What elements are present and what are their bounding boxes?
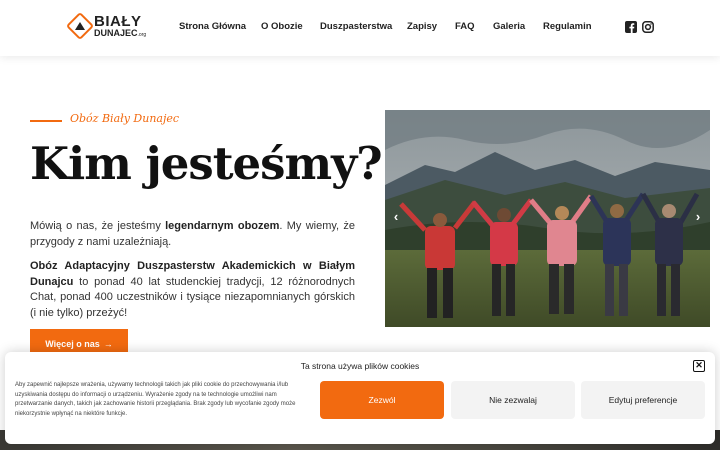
- camp-photo: [385, 110, 710, 327]
- nav-item-rules[interactable]: Regulamin: [543, 21, 592, 32]
- nav-item-about[interactable]: O Obozie: [261, 21, 303, 32]
- logo-sub-text: DUNAJEC.org: [94, 28, 147, 38]
- mountain-icon: [75, 22, 85, 30]
- slider-next-button[interactable]: ›: [692, 209, 704, 225]
- tagline-divider: [30, 120, 62, 122]
- site-header: BIAŁY DUNAJEC.org Strona Główna O Obozie…: [0, 0, 720, 56]
- nav-item-ministries[interactable]: Duszpasterstwa: [320, 21, 392, 32]
- close-icon[interactable]: ✕: [693, 360, 705, 372]
- cookie-consent-banner: Ta strona używa plików cookies ✕ Aby zap…: [5, 352, 715, 444]
- nav-item-gallery[interactable]: Galeria: [493, 21, 525, 32]
- section-tagline: Obóz Biały Dunajec: [70, 112, 180, 125]
- cookie-title: Ta strona używa plików cookies: [300, 361, 420, 371]
- edit-preferences-button[interactable]: Edytuj preferencje: [581, 381, 705, 419]
- nav-item-home[interactable]: Strona Główna: [179, 21, 246, 32]
- cookie-description: Aby zapewnić najlepsze wrażenia, używamy…: [15, 382, 296, 417]
- slider-prev-button[interactable]: ‹: [390, 209, 402, 225]
- nav-item-faq[interactable]: FAQ: [455, 21, 475, 32]
- nav-item-signup[interactable]: Zapisy: [407, 21, 437, 32]
- page-heading: Kim jesteśmy?: [30, 137, 383, 190]
- logo-brand-text: BIAŁY: [94, 13, 142, 30]
- accept-cookies-button[interactable]: Zezwól: [320, 381, 444, 419]
- facebook-icon[interactable]: [625, 20, 637, 33]
- arrow-right-icon: →: [103, 339, 113, 349]
- intro-paragraph-2: Obóz Adaptacyjny Duszpasterstw Akademick…: [30, 260, 355, 319]
- instagram-icon[interactable]: [642, 20, 654, 33]
- intro-paragraph-1: Mówią o nas, że jesteśmy legendarnym obo…: [30, 220, 356, 248]
- deny-cookies-button[interactable]: Nie zezwalaj: [451, 381, 575, 419]
- site-logo[interactable]: BIAŁY DUNAJEC.org: [65, 11, 146, 41]
